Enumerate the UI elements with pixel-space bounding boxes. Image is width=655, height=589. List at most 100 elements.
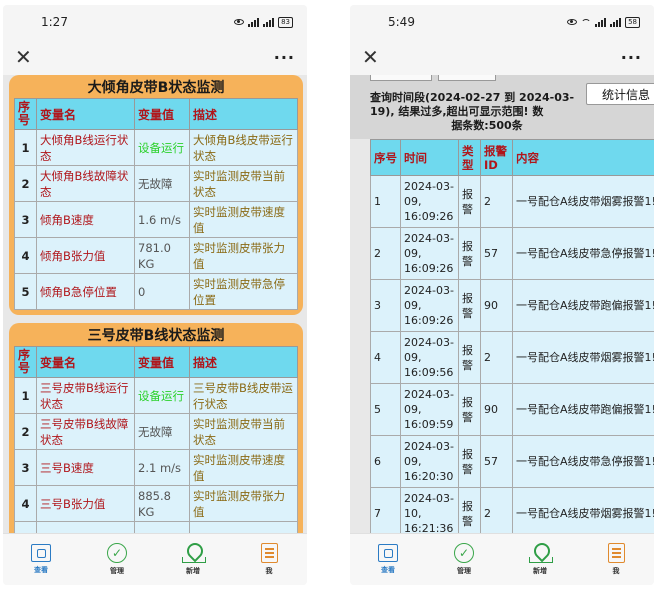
alarm-id: 2 <box>480 331 513 384</box>
phone-right: 5:49 58 ✕ ··· 查询时间段(2024-02-27 到 2024-03… <box>350 5 654 585</box>
variable-value: 无故障 <box>134 165 190 202</box>
status-table: 序号 变量名 变量值 描述 1 大倾角B线运行状态 设备运行 大倾角B线皮带运行状态 2… <box>14 98 298 310</box>
manage-icon: ✓ <box>107 543 127 563</box>
alarm-id: 90 <box>480 383 513 436</box>
alarm-time: 2024-03-09, 16:09:26 <box>400 175 459 228</box>
alarm-serial: 3 <box>370 279 401 332</box>
table-header-row: 序号 变量名 变量值 描述 <box>14 346 298 378</box>
alarm-table: 序号 时间 类型 报警ID 内容 1 2024-03-09, 16:09:26 报警… <box>370 139 654 533</box>
variable-value: 0 <box>134 273 190 310</box>
status-time: 1:27 <box>41 15 68 29</box>
alarm-message: 一号配仓A线皮带急停报警1! <box>512 227 654 280</box>
alarm-time: 2024-03-09, 16:09:59 <box>400 383 459 436</box>
manage-icon: ✓ <box>454 543 474 563</box>
status-table: 序号 变量名 变量值 描述 1 三号皮带B线运行状态 设备运行 三号皮带B线皮带运行状… <box>14 346 298 533</box>
row-serial: 1 <box>14 377 37 414</box>
signal-icon <box>595 17 607 27</box>
table-row: 2 三号皮带B线故障状态 无故障 实时监测皮带当前状态 <box>14 413 298 450</box>
col-header: 变量名 <box>36 98 135 130</box>
col-header: 变量名 <box>36 346 135 378</box>
variable-name: 倾角B张力值 <box>36 237 135 274</box>
variable-name: 三号B速度 <box>36 449 135 486</box>
tab-add[interactable]: 新增 <box>163 543 223 576</box>
status-icons: 58 <box>567 16 640 28</box>
table-row: 7 2024-03-10, 16:21:36 报警 2 一号配仓A线皮带烟雾报警1! <box>370 487 654 533</box>
tab-manage[interactable]: ✓ 管理 <box>87 543 147 576</box>
col-header: 描述 <box>189 346 298 378</box>
alarm-time: 2024-03-10, 16:21:36 <box>400 487 459 533</box>
more-icon[interactable]: ··· <box>621 48 642 67</box>
add-location-icon <box>529 543 553 563</box>
nav-bar: ✕ ··· <box>3 39 307 75</box>
variable-value: 2.1 m/s <box>134 449 190 486</box>
tab-manage[interactable]: ✓ 管理 <box>434 543 494 576</box>
variable-name: 倾角B急停位置 <box>36 273 135 310</box>
date-start-button[interactable] <box>370 75 432 81</box>
variable-name: 三号B张力值 <box>36 485 135 522</box>
eye-icon <box>234 19 245 25</box>
variable-desc: 实时监测皮带当前状态 <box>189 413 298 450</box>
close-icon[interactable]: ✕ <box>362 47 379 67</box>
table-row: 1 三号皮带B线运行状态 设备运行 三号皮带B线皮带运行状态 <box>14 377 298 414</box>
table-header-row: 序号 时间 类型 报警ID 内容 <box>370 139 654 176</box>
nav-bar: ✕ ··· <box>350 39 654 75</box>
alarm-message: 一号配仓A线皮带烟雾报警1! <box>512 175 654 228</box>
alarm-time: 2024-03-09, 16:09:26 <box>400 279 459 332</box>
status-icons: 83 <box>234 16 293 28</box>
tab-view[interactable]: 查看 <box>11 544 71 575</box>
more-icon[interactable]: ··· <box>274 48 295 67</box>
battery-icon: 83 <box>278 16 293 28</box>
variable-name: 大倾角B线运行状态 <box>36 129 135 166</box>
variable-desc: 实时监测皮带当前状态 <box>189 165 298 202</box>
alarm-type: 报警 <box>458 227 481 280</box>
tab-label: 查看 <box>34 566 48 574</box>
signal-icon <box>248 17 260 27</box>
tab-me[interactable]: 我 <box>586 543 646 576</box>
col-header: 报警ID <box>480 139 513 176</box>
signal-icon <box>263 17 275 27</box>
close-icon[interactable]: ✕ <box>15 47 32 67</box>
left-content[interactable]: 大倾角皮带B状态监测 序号 变量名 变量值 描述 1 大倾角B线运行状态 设备运行大… <box>3 75 307 533</box>
query-summary: 查询时间段(2024-02-27 到 2024-03- 19), 结果过多,超出… <box>370 91 604 133</box>
status-bar: 5:49 58 <box>350 5 654 39</box>
table-row: 3 三号B速度 2.1 m/s 实时监测皮带速度值 <box>14 449 298 486</box>
date-end-button[interactable] <box>438 75 496 81</box>
variable-name: 大倾角B线故障状态 <box>36 165 135 202</box>
alarm-type: 报警 <box>458 331 481 384</box>
right-content[interactable]: 查询时间段(2024-02-27 到 2024-03- 19), 结果过多,超出… <box>350 75 654 533</box>
row-serial: 3 <box>14 201 37 238</box>
col-header: 序号 <box>14 98 37 130</box>
tab-add[interactable]: 新增 <box>510 543 570 576</box>
alarm-type: 报警 <box>458 175 481 228</box>
query-count: 据条数:500条 <box>451 119 523 132</box>
col-header: 变量值 <box>134 98 190 130</box>
me-icon <box>607 543 625 563</box>
alarm-time: 2024-03-09, 16:09:26 <box>400 227 459 280</box>
add-location-icon <box>182 543 206 563</box>
table-row: 4 三号B张力值 885.8 KG 实时监测皮带张力值 <box>14 485 298 522</box>
panel-title: 大倾角皮带B状态监测 <box>87 80 225 96</box>
tab-me[interactable]: 我 <box>239 543 299 576</box>
tab-view[interactable]: 查看 <box>358 544 418 575</box>
view-icon <box>378 544 398 562</box>
alarm-serial: 5 <box>370 383 401 436</box>
row-serial: 2 <box>14 165 37 202</box>
variable-value: 设备运行 <box>134 129 190 166</box>
col-header: 序号 <box>370 139 401 176</box>
phone-left: 1:27 83 ✕ ··· 大倾角皮带B状态监测 序号 变量名 变量值 描述 1… <box>3 5 307 585</box>
alarm-serial: 1 <box>370 175 401 228</box>
variable-value <box>134 521 190 533</box>
table-row: 4 2024-03-09, 16:09:56 报警 2 一号配仓A线皮带烟雾报警1! <box>370 331 654 384</box>
table-row: 1 2024-03-09, 16:09:26 报警 2 一号配仓A线皮带烟雾报警1! <box>370 175 654 228</box>
alarm-time: 2024-03-09, 16:09:56 <box>400 331 459 384</box>
row-serial: 5 <box>14 273 37 310</box>
variable-value: 885.8 KG <box>134 485 190 522</box>
stats-button[interactable]: 统计信息 <box>586 83 654 105</box>
signal-icon <box>610 17 622 27</box>
variable-desc: 实时监测皮带张力值 <box>189 485 298 522</box>
table-row: 1 大倾角B线运行状态 设备运行 大倾角B线皮带运行状态 <box>14 129 298 166</box>
tab-label: 查看 <box>381 566 395 574</box>
alarm-type: 报警 <box>458 279 481 332</box>
col-header: 时间 <box>400 139 459 176</box>
variable-name: 三号皮带B线运行状态 <box>36 377 135 414</box>
